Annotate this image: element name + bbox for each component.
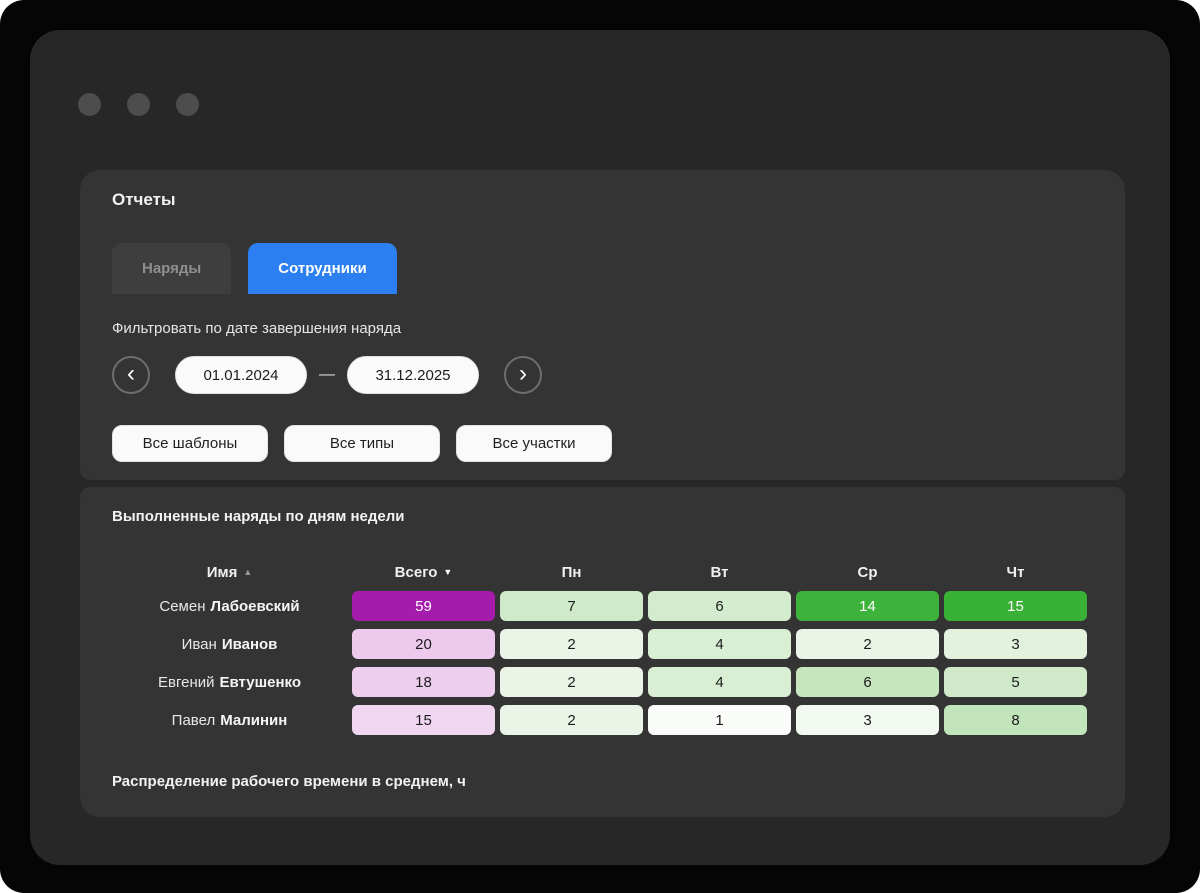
page-title: Отчеты xyxy=(112,190,176,209)
employee-last-name: Евтушенко xyxy=(219,673,301,691)
next-period-button[interactable]: › xyxy=(504,356,542,394)
column-header-wed: Ср xyxy=(857,563,878,581)
heatmap-cell: 8 xyxy=(944,705,1087,735)
window-dot xyxy=(78,93,101,116)
heatmap-cell: 3 xyxy=(796,705,939,735)
heatmap-cell: 2 xyxy=(500,629,643,659)
date-range: 01.01.2024 — 31.12.2025 xyxy=(175,356,479,394)
heatmap-cell: 18 xyxy=(352,667,495,697)
heatmap-cell: 15 xyxy=(944,591,1087,621)
heatmap-cell: 7 xyxy=(500,591,643,621)
employee-last-name: Иванов xyxy=(221,635,278,653)
tab-employees[interactable]: Сотрудники xyxy=(248,243,397,294)
weekday-section-title: Выполненные наряды по дням недели xyxy=(112,508,405,525)
heatmap-cell: 1 xyxy=(648,705,791,735)
heatmap-cell: 20 xyxy=(352,629,495,659)
employee-first-name: Павел xyxy=(171,711,216,729)
column-header-total[interactable]: Всего ▼ xyxy=(352,561,495,583)
templates-filter-button[interactable]: Все шаблоны xyxy=(112,425,268,462)
heatmap-cell: 2 xyxy=(796,629,939,659)
prev-period-button[interactable]: ‹ xyxy=(112,356,150,394)
date-range-controls: ‹ 01.01.2024 — 31.12.2025 › xyxy=(112,356,542,394)
employee-first-name: Иван xyxy=(181,635,217,653)
column-header-total-label: Всего xyxy=(394,563,438,581)
window-controls xyxy=(78,93,199,116)
date-range-separator: — xyxy=(319,366,335,383)
employee-name: Евгений Евтушенко xyxy=(112,667,347,697)
column-header-tue: Вт xyxy=(710,563,729,581)
heatmap-cell: 2 xyxy=(500,705,643,735)
heatmap-cell: 2 xyxy=(500,667,643,697)
heatmap-cell: 6 xyxy=(796,667,939,697)
employee-name: Семен Лабоевский xyxy=(112,591,347,621)
page-background: Отчеты Наряды Сотрудники Фильтровать по … xyxy=(0,0,1200,893)
filter-dropdowns: Все шаблоны Все типы Все участки xyxy=(112,425,612,462)
employee-first-name: Евгений xyxy=(158,673,215,691)
column-header-mon: Пн xyxy=(561,563,582,581)
column-header-name[interactable]: Имя ▲ xyxy=(112,561,347,583)
employee-name: Павел Малинин xyxy=(112,705,347,735)
reports-panel: Отчеты Наряды Сотрудники Фильтровать по … xyxy=(80,170,1125,480)
employee-last-name: Малинин xyxy=(220,711,288,729)
sections-filter-button[interactable]: Все участки xyxy=(456,425,612,462)
chevron-left-icon: ‹ xyxy=(127,359,135,387)
window-dot xyxy=(127,93,150,116)
heatmap-cell: 5 xyxy=(944,667,1087,697)
date-to-button[interactable]: 31.12.2025 xyxy=(347,356,479,394)
heatmap-cell: 6 xyxy=(648,591,791,621)
date-from-button[interactable]: 01.01.2024 xyxy=(175,356,307,394)
employee-first-name: Семен xyxy=(159,597,206,615)
heatmap-cell: 4 xyxy=(648,629,791,659)
window-dot xyxy=(176,93,199,116)
heatmap-cell: 14 xyxy=(796,591,939,621)
column-header-name-label: Имя xyxy=(206,563,238,581)
chevron-right-icon: › xyxy=(519,359,527,387)
column-header-thu: Чт xyxy=(1006,563,1025,581)
types-filter-button[interactable]: Все типы xyxy=(284,425,440,462)
employee-last-name: Лабоевский xyxy=(210,597,300,615)
report-tabs: Наряды Сотрудники xyxy=(112,243,397,294)
weekday-heatmap-table: Имя ▲ Всего ▼ Пн Вт Ср Чт Семен Лабоевск… xyxy=(112,561,1087,735)
sort-asc-icon: ▲ xyxy=(243,567,253,577)
heatmap-cell: 4 xyxy=(648,667,791,697)
heatmap-cell: 59 xyxy=(352,591,495,621)
heatmap-cell: 15 xyxy=(352,705,495,735)
weekday-report-panel: Выполненные наряды по дням недели Имя ▲ … xyxy=(80,487,1125,817)
employee-name: Иван Иванов xyxy=(112,629,347,659)
time-distribution-title: Распределение рабочего времени в среднем… xyxy=(112,773,466,790)
date-filter-label: Фильтровать по дате завершения наряда xyxy=(112,320,402,337)
heatmap-cell: 3 xyxy=(944,629,1087,659)
app-window: Отчеты Наряды Сотрудники Фильтровать по … xyxy=(30,30,1170,865)
sort-desc-icon: ▼ xyxy=(443,567,453,577)
tab-orders[interactable]: Наряды xyxy=(112,243,232,294)
